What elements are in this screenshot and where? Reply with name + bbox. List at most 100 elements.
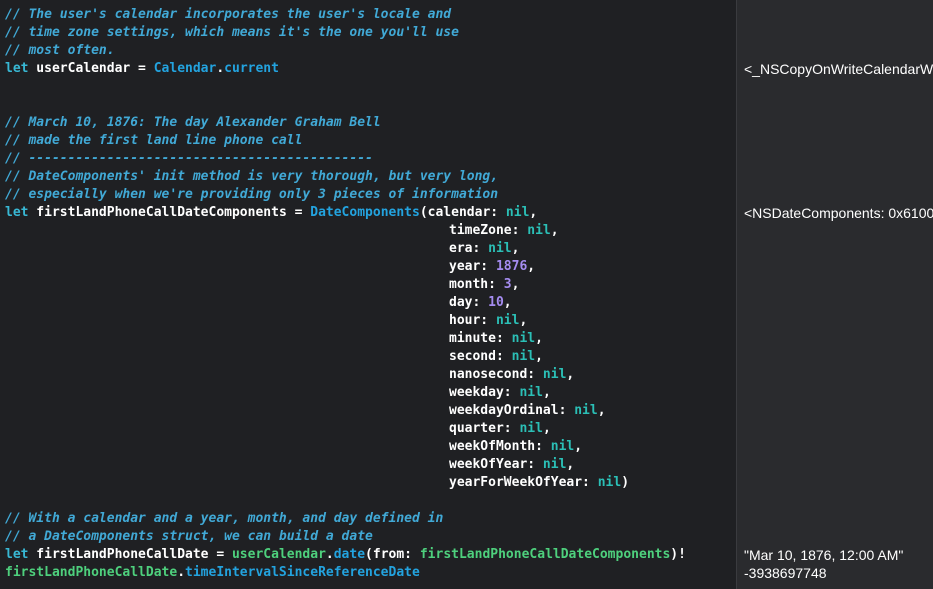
argument-label: second:	[449, 349, 512, 364]
argument-line: year: 1876,	[449, 258, 535, 276]
argument-end: ,	[542, 385, 551, 400]
argument-line: weekOfMonth: nil,	[449, 438, 582, 456]
argument-label: day:	[449, 295, 489, 310]
dot: .	[177, 565, 186, 580]
argument-end: ,	[574, 439, 583, 454]
code-comment: // made the first land line phone call	[5, 133, 303, 148]
argument-value: nil	[574, 403, 598, 418]
argument-line: nanosecond: nil,	[449, 366, 574, 384]
comma: ,	[529, 205, 538, 220]
result-date[interactable]: "Mar 10, 1876, 12:00 AM"	[744, 546, 903, 564]
argument-end: ,	[535, 349, 543, 364]
argument-end: ,	[550, 223, 559, 238]
argument-value: nil	[511, 349, 536, 364]
argument-value: nil	[495, 313, 520, 328]
argument-end: ,	[527, 259, 536, 274]
argument-end: ,	[535, 331, 543, 346]
argument-label: timeZone:	[449, 223, 528, 238]
variable-name: firstLandPhoneCallDateComponents =	[28, 205, 311, 220]
argument-end: ,	[511, 277, 520, 292]
argument-label: month:	[449, 277, 504, 292]
result-date-components[interactable]: <NSDateComponents: 0x610000	[744, 204, 933, 222]
argument-line: hour: nil,	[449, 312, 527, 330]
argument-label: weekOfYear:	[449, 457, 543, 472]
type-name: Calendar	[153, 61, 217, 76]
argument-end: ,	[511, 241, 520, 256]
argument-label: quarter:	[449, 421, 520, 436]
dot: .	[325, 547, 334, 562]
argument-label: weekdayOrdinal:	[449, 403, 575, 418]
code-comment: // March 10, 1876: The day Alexander Gra…	[5, 115, 381, 130]
code-comment: // -------------------------------------…	[5, 151, 373, 166]
argument-label: weekOfMonth:	[449, 439, 551, 454]
argument-label: (calendar:	[419, 205, 506, 220]
result-calendar[interactable]: <_NSCopyOnWriteCalendarWrapper: 0x6	[744, 60, 933, 78]
property-name: current	[224, 61, 279, 76]
argument-line: month: 3,	[449, 276, 519, 294]
property-name: timeIntervalSinceReferenceDate	[185, 565, 420, 580]
code-editor[interactable]: // The user's calendar incorporates the …	[0, 0, 736, 589]
code-line-interval: firstLandPhoneCallDate.timeIntervalSince…	[5, 564, 420, 582]
argument-end: ,	[542, 421, 551, 436]
argument-line: minute: nil,	[449, 330, 543, 348]
argument-label: nanosecond:	[449, 367, 543, 382]
code-comment: // DateComponents' init method is very t…	[5, 169, 499, 184]
code-comment: // time zone settings, which means it's …	[5, 25, 459, 40]
argument-value: nil	[597, 475, 622, 490]
variable-reference: firstLandPhoneCallDate	[5, 565, 178, 580]
argument-line: weekdayOrdinal: nil,	[449, 402, 606, 420]
argument-value: nil	[488, 241, 512, 256]
argument-label: (from:	[365, 547, 420, 562]
argument-end: ,	[566, 457, 575, 472]
variable-name: userCalendar =	[28, 61, 154, 76]
code-line-date-components: let firstLandPhoneCallDateComponents = D…	[5, 204, 537, 222]
argument-line: yearForWeekOfYear: nil)	[449, 474, 629, 492]
argument-value: 3	[503, 277, 512, 292]
argument-line: quarter: nil,	[449, 420, 551, 438]
argument-label: yearForWeekOfYear:	[449, 475, 598, 490]
argument-end: )	[621, 475, 630, 490]
argument-end: ,	[566, 367, 575, 382]
argument-value: nil	[519, 385, 543, 400]
argument-label: minute:	[449, 331, 512, 346]
close-paren: )!	[670, 547, 686, 562]
argument-line: weekday: nil,	[449, 384, 551, 402]
variable-reference: firstLandPhoneCallDateComponents	[419, 547, 671, 562]
argument-value: nil	[542, 457, 567, 472]
argument-value: 10	[488, 295, 504, 310]
argument-line: weekOfYear: nil,	[449, 456, 574, 474]
code-comment: // The user's calendar incorporates the …	[5, 7, 452, 22]
playground-window: // The user's calendar incorporates the …	[0, 0, 933, 589]
argument-label: weekday:	[449, 385, 520, 400]
argument-label: hour:	[449, 313, 496, 328]
variable-reference: userCalendar	[231, 547, 326, 562]
results-sidebar: <_NSCopyOnWriteCalendarWrapper: 0x6 <NSD…	[736, 0, 933, 589]
dot: .	[216, 61, 225, 76]
argument-line: era: nil,	[449, 240, 519, 258]
code-line-date: let firstLandPhoneCallDate = userCalenda…	[5, 546, 686, 564]
argument-value: nil	[527, 223, 551, 238]
argument-value: nil	[550, 439, 575, 454]
nil-literal: nil	[505, 205, 530, 220]
argument-line: second: nil,	[449, 348, 543, 366]
keyword-let: let	[5, 61, 29, 76]
code-line-user-calendar: let userCalendar = Calendar.current	[5, 60, 279, 78]
argument-end: ,	[597, 403, 606, 418]
argument-value: nil	[542, 367, 567, 382]
code-comment: // With a calendar and a year, month, an…	[5, 511, 444, 526]
argument-line: day: 10,	[449, 294, 512, 312]
keyword-let: let	[5, 205, 29, 220]
argument-value: 1876	[495, 259, 528, 274]
argument-end: ,	[503, 295, 512, 310]
variable-name: firstLandPhoneCallDate =	[28, 547, 232, 562]
argument-label: year:	[449, 259, 496, 274]
argument-line: timeZone: nil,	[449, 222, 559, 240]
argument-label: era:	[449, 241, 489, 256]
method-name: date	[333, 547, 366, 562]
code-comment: // especially when we're providing only …	[5, 187, 499, 202]
result-interval[interactable]: -3938697748	[744, 564, 827, 582]
type-name: DateComponents	[310, 205, 420, 220]
argument-end: ,	[519, 313, 528, 328]
code-comment: // most often.	[5, 43, 115, 58]
argument-value: nil	[511, 331, 536, 346]
